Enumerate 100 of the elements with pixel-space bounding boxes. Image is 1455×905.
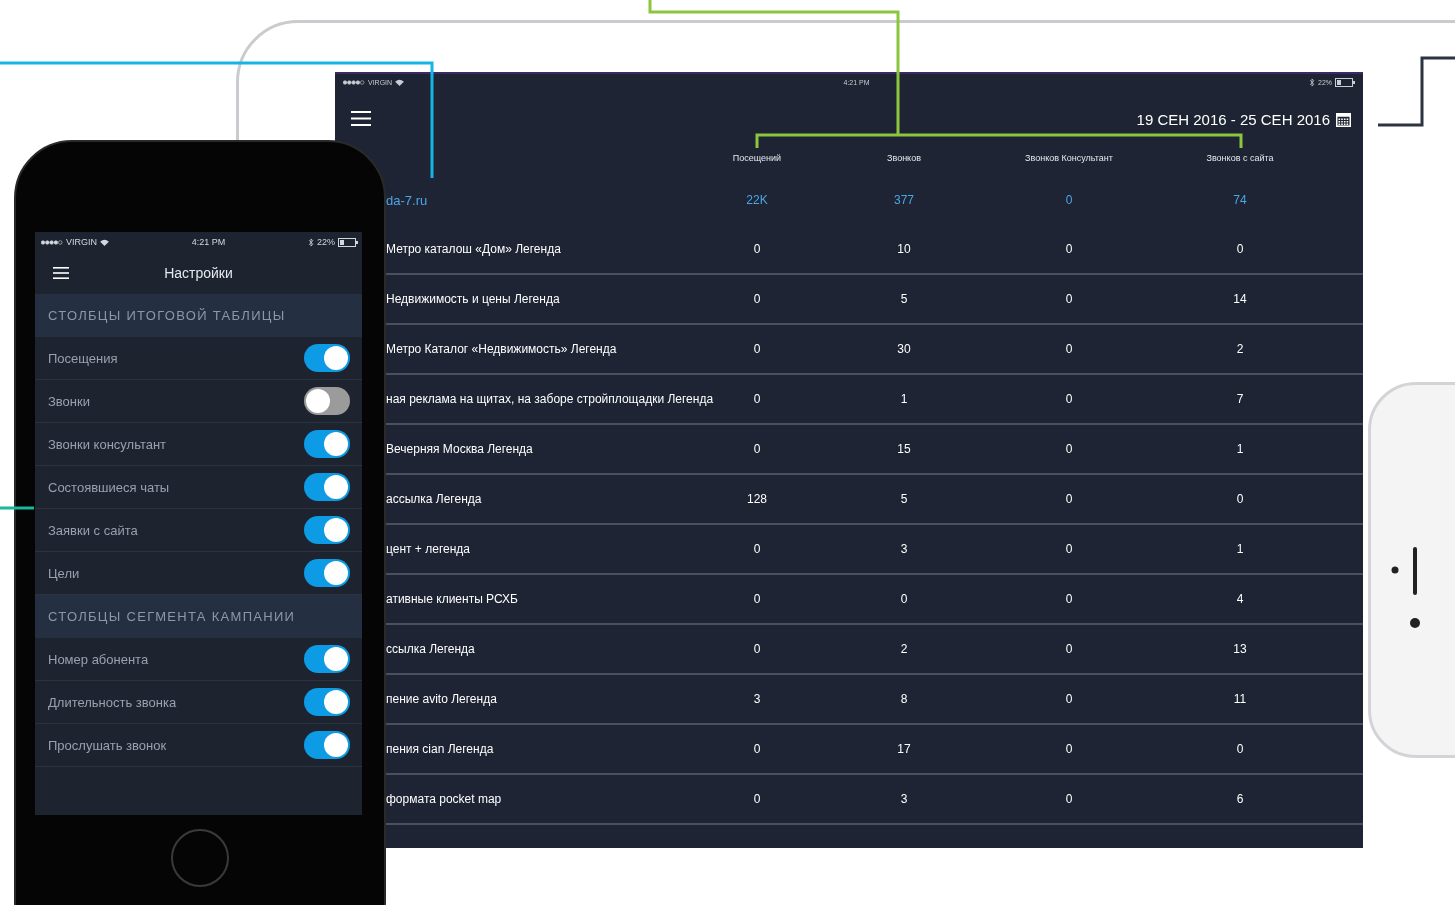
- table-cell-text: 0: [752, 592, 762, 606]
- carrier-text: VIRGIN: [66, 237, 97, 247]
- setting-label: Длительность звонка: [48, 694, 177, 710]
- campaign-name: Недвижимость и цены Легенда: [386, 292, 561, 306]
- table-cell-text: 5: [899, 292, 909, 306]
- setting-label: Звонки: [48, 393, 90, 409]
- table-cell-text: 0: [1064, 542, 1074, 556]
- table-cell-text: 14: [1232, 292, 1248, 306]
- table-cell-text: 0: [1064, 492, 1074, 506]
- campaign-name: формата pocket map: [386, 792, 503, 806]
- campaign-name: пения cian Легенда: [386, 742, 495, 756]
- table-cell-text: 17: [896, 742, 912, 756]
- table-cell-text: 0: [752, 442, 762, 456]
- calendar-icon[interactable]: [1336, 111, 1351, 127]
- table-cell-text: 8: [899, 692, 909, 706]
- toggle-switch[interactable]: [304, 645, 350, 673]
- toggle-switch[interactable]: [304, 344, 350, 372]
- setting-label: Цели: [48, 565, 80, 581]
- column-header: Звонков Консультант: [1024, 153, 1114, 163]
- menu-icon[interactable]: [351, 111, 371, 127]
- table-cell-text: 0: [752, 742, 762, 756]
- table-cell-text: 1: [1235, 542, 1245, 556]
- table-cell-text: 0: [1064, 592, 1074, 606]
- toggle-switch[interactable]: [304, 430, 350, 458]
- section-title: СТОЛБЦЫ ИТОГОВОЙ ТАБЛИЦЫ: [48, 308, 286, 323]
- status-time: 4:21 PM: [191, 237, 226, 247]
- campaign-name: цент + легенда: [386, 542, 471, 556]
- toggle-switch[interactable]: [304, 473, 350, 501]
- campaign-name: ссылка Легенда: [386, 642, 476, 656]
- setting-label: Прослушать звонок: [48, 737, 167, 753]
- table-cell-text: 0: [1064, 392, 1074, 406]
- table-cell-text: 4: [1235, 592, 1245, 606]
- table-cell-text: 0: [1064, 442, 1074, 456]
- table-cell-text: 10: [896, 242, 912, 256]
- table-cell-text: 0: [1064, 742, 1074, 756]
- table-cell-text: 0: [1064, 342, 1074, 356]
- campaign-name: Вечерняя Москва Легенда: [386, 442, 534, 456]
- table-cell-text: 0: [752, 542, 762, 556]
- setting-label: Звонки консультант: [48, 436, 167, 452]
- setting-label: Номер абонента: [48, 651, 149, 667]
- campaign-name: Метро Каталог «Недвижимость» Легенда: [386, 342, 618, 356]
- campaign-name: ная реклама на щитах, на заборе стройплощадки Легенда: [386, 392, 715, 406]
- toggle-switch[interactable]: [304, 516, 350, 544]
- campaign-name: ассылка Легенда: [386, 492, 483, 506]
- table-cell-text: 13: [1232, 642, 1248, 656]
- setting-label: Посещения: [48, 350, 118, 366]
- table-cell-text: 6: [1235, 792, 1245, 806]
- table-cell-text: 0: [752, 342, 762, 356]
- leader-line: [0, 506, 34, 510]
- table-cell-text: 128: [746, 492, 768, 506]
- toggle-switch[interactable]: [304, 731, 350, 759]
- total-cell-text: 377: [893, 193, 915, 207]
- table-cell-text: 0: [1235, 742, 1245, 756]
- menu-icon[interactable]: [53, 266, 69, 280]
- date-range[interactable]: 19 СЕН 2016 - 25 СЕН 2016: [1136, 110, 1330, 128]
- wifi-icon: [395, 78, 405, 86]
- table-cell-text: 3: [899, 792, 909, 806]
- site-name: da-7.ru: [386, 192, 429, 208]
- toggle-switch[interactable]: [304, 559, 350, 587]
- battery-icon: [1335, 77, 1355, 87]
- campaign-name: пение avito Легенда: [386, 692, 498, 706]
- setting-label: Состоявшиеся чаты: [48, 479, 170, 495]
- table-cell-text: 0: [1064, 242, 1074, 256]
- table-cell-text: 0: [1064, 792, 1074, 806]
- toggle-switch[interactable]: [304, 387, 350, 415]
- table-cell-text: 2: [1235, 342, 1245, 356]
- column-header: Звонков с сайта: [1205, 153, 1275, 163]
- screen-title: Настройки: [164, 265, 233, 281]
- table-cell-text: 5: [899, 492, 909, 506]
- table-cell-text: 0: [752, 392, 762, 406]
- table-cell-text: 0: [1064, 692, 1074, 706]
- table-cell-text: 3: [899, 542, 909, 556]
- table-cell-text: 7: [1235, 392, 1245, 406]
- table-cell-text: 0: [752, 642, 762, 656]
- table-cell-text: 0: [1064, 642, 1074, 656]
- table-cell-text: 0: [1064, 292, 1074, 306]
- table-cell-text: 30: [896, 342, 912, 356]
- table-cell-text: 1: [1235, 442, 1245, 456]
- signal-icon: [41, 239, 63, 245]
- column-header: Посещений: [731, 153, 783, 163]
- bluetooth-icon: [1309, 77, 1315, 87]
- table-cell-text: 15: [896, 442, 912, 456]
- table-cell-text: 0: [752, 242, 762, 256]
- battery-icon: [338, 237, 358, 247]
- section-title: СТОЛБЦЫ СЕГМЕНТА КАМПАНИИ: [48, 609, 296, 624]
- setting-label: Заявки с сайта: [48, 522, 138, 538]
- toggle-switch[interactable]: [304, 688, 350, 716]
- total-cell-text: 22K: [745, 193, 769, 207]
- wifi-icon: [100, 238, 109, 246]
- table-cell-text: 3: [752, 692, 762, 706]
- table-cell-text: 1: [899, 392, 909, 406]
- campaign-name: Метро каталош «Дом» Легенда: [386, 242, 562, 256]
- total-cell-text: 74: [1232, 193, 1248, 207]
- table-cell-text: 2: [899, 642, 909, 656]
- table-cell-text: 0: [899, 592, 909, 606]
- signal-icon: [343, 79, 365, 85]
- table-cell-text: 11: [1232, 692, 1248, 706]
- campaign-name: ативные клиенты РСХБ: [386, 592, 519, 606]
- total-cell-text: 0: [1064, 193, 1074, 207]
- bluetooth-icon: [308, 237, 314, 247]
